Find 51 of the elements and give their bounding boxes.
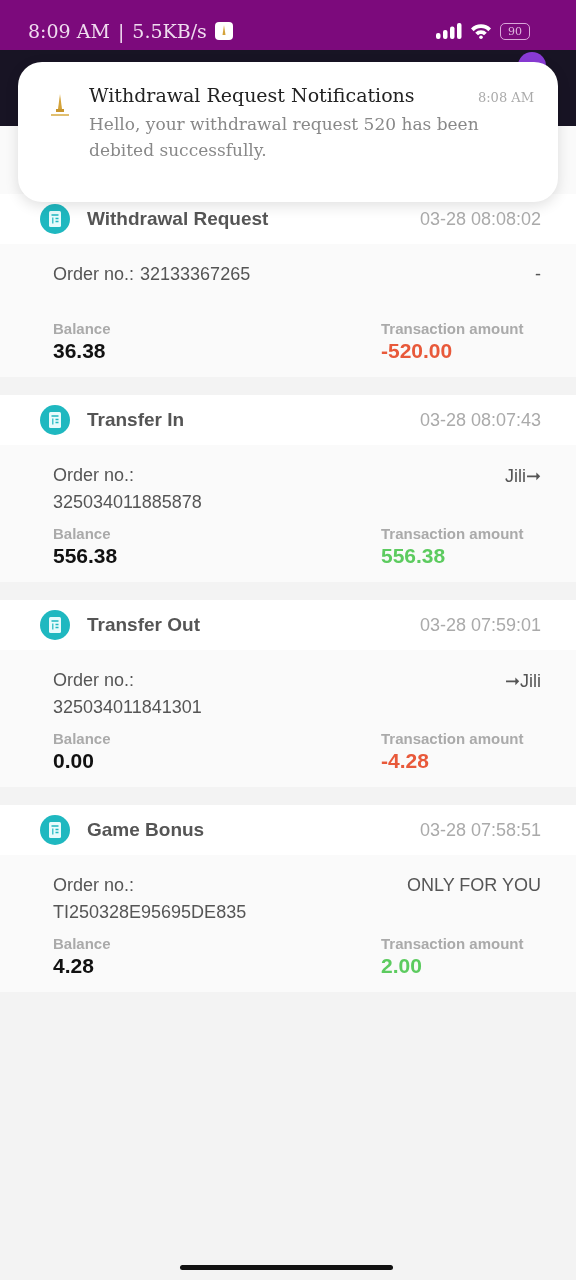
order-label: Order no.: (53, 465, 135, 486)
separator: | (117, 20, 125, 42)
notification-message: Hello, your withdrawal request 520 has been debited successfully. (89, 113, 480, 162)
transfer-note: ➞Jili (505, 670, 541, 692)
balance-label: Balance (53, 320, 111, 337)
app-icon (214, 22, 233, 40)
receipt-icon (39, 404, 71, 436)
balance-label: Balance (53, 525, 112, 542)
amount-value: -520.00 (381, 339, 454, 363)
balance-label: Balance (53, 730, 111, 747)
transaction-time: 03-28 08:08:02 (419, 208, 541, 230)
balance-label: Balance (53, 935, 111, 952)
signal-icon (436, 23, 462, 39)
order-number: 325034011841301 (53, 697, 202, 718)
amount-label: Transaction amount (381, 320, 525, 337)
transaction-title: Game Bonus (87, 819, 206, 841)
receipt-icon (39, 609, 71, 641)
amount-label: Transaction amount (381, 730, 525, 747)
transaction-time: 03-28 07:58:51 (419, 819, 541, 841)
balance-value: 4.28 (53, 954, 95, 978)
network-speed: 5.5KB/s (132, 20, 207, 42)
wifi-icon (470, 23, 492, 39)
order-number: 325034011885878 (53, 492, 202, 513)
amount-label: Transaction amount (381, 935, 525, 952)
receipt-icon (39, 203, 71, 235)
amount-label: Transaction amount (381, 525, 525, 542)
amount-value: -4.28 (381, 749, 430, 773)
order-number: TI250328E95695DE835 (53, 902, 247, 923)
notification-card[interactable]: Withdrawal Request Notifications 8:08 AM Hello, your withdrawal request 520 has been debited successfully. (18, 62, 558, 202)
transfer-note: ONLY FOR YOU (406, 875, 541, 896)
transaction-time: 03-28 07:59:01 (419, 614, 541, 636)
amount-value: 2.00 (381, 954, 423, 978)
amount-value: 556.38 (381, 544, 447, 568)
transaction-title: Transfer Out (87, 614, 201, 636)
order-label: Order no.: (53, 670, 135, 691)
transfer-note: Jili➞ (505, 465, 541, 487)
order-number: 32133367265 (140, 264, 251, 285)
transaction-time: 03-28 08:07:43 (419, 409, 541, 431)
transaction-title: Transfer In (87, 409, 186, 431)
balance-value: 556.38 (53, 544, 118, 568)
receipt-icon (39, 814, 71, 846)
battery-indicator: 90 (500, 22, 530, 40)
clock: 8:09 AM (28, 20, 110, 42)
order-label: Order no.: (53, 875, 135, 896)
transaction-title: Withdrawal Request (87, 208, 270, 230)
order-label: Order no.: (53, 264, 135, 285)
balance-value: 0.00 (53, 749, 95, 773)
balance-value: 36.38 (53, 339, 107, 363)
notification-time: 8:08 AM (477, 90, 534, 105)
notification-title: Withdrawal Request Notifications (89, 84, 415, 106)
transfer-note: - (535, 264, 541, 285)
